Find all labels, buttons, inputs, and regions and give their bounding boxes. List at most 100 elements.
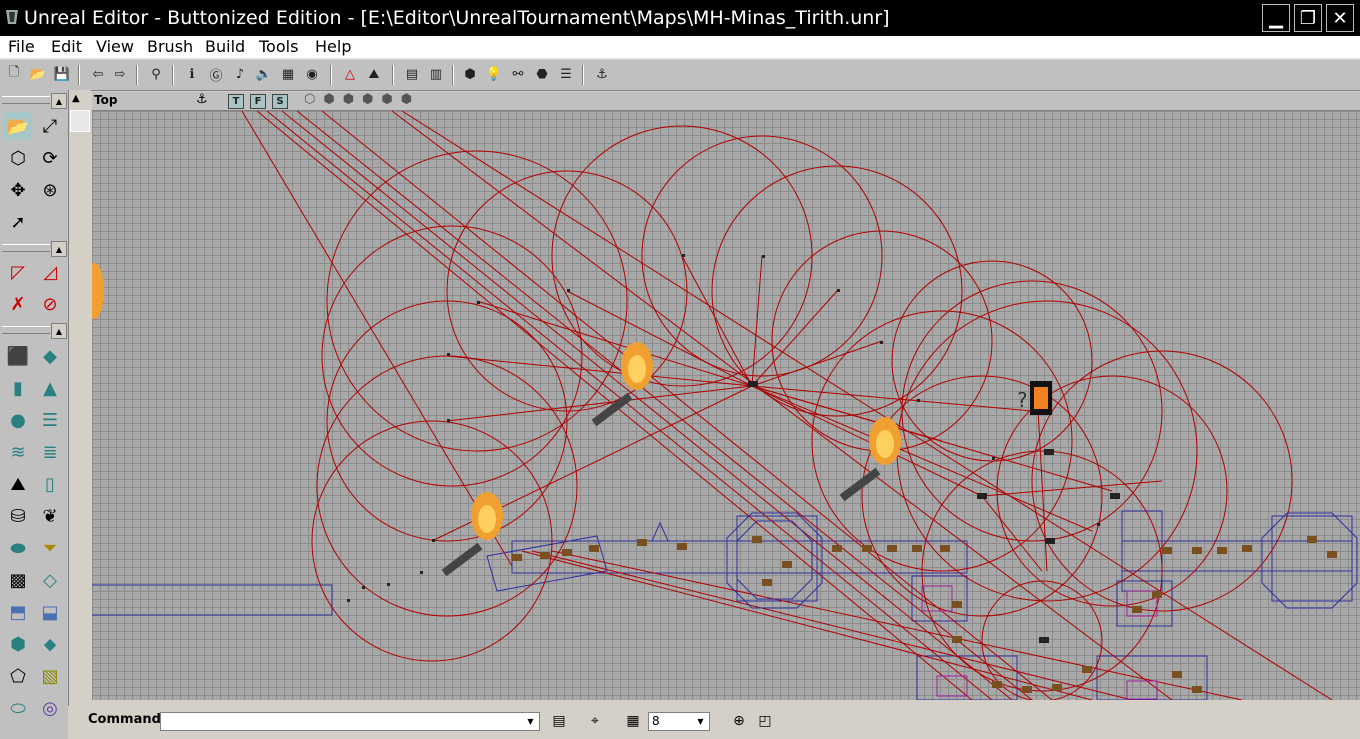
brush-clip-plane-icon[interactable]: ◸ <box>4 258 32 286</box>
collapse-arrow-icon[interactable]: ▲ <box>51 241 67 257</box>
redo-icon[interactable]: ⇨ <box>110 64 130 84</box>
view-top-toggle[interactable]: T <box>228 94 244 109</box>
brush-clip-split-icon[interactable]: ◿ <box>36 258 64 286</box>
subtract-brush-icon[interactable]: ❦ <box>36 502 64 530</box>
rotation-grid-icon[interactable]: ⊕ <box>730 712 748 730</box>
show-selected-icon[interactable]: ⬒ <box>4 598 32 626</box>
camera-move-icon[interactable]: 📂 <box>4 112 32 140</box>
scroll-up-icon[interactable]: ▲ <box>72 93 80 104</box>
build-lighting-icon[interactable]: 💡 <box>484 64 504 84</box>
vertex-drag-icon[interactable]: ⤢ <box>36 112 64 140</box>
texture-list-icon[interactable]: ▥ <box>426 64 446 84</box>
add-special-icon[interactable]: ◇ <box>36 566 64 594</box>
2d-shape-editor-icon[interactable]: △ <box>340 64 360 84</box>
grid-icon[interactable]: ▧ <box>36 662 64 690</box>
panel-grip[interactable] <box>2 326 50 334</box>
brush-clip-icon[interactable]: ⬡ <box>4 144 32 172</box>
torus-icon[interactable]: ◎ <box>36 694 64 722</box>
render-mode-icons[interactable]: ⬡⬢⬢⬢⬢⬢ <box>304 92 420 107</box>
actor-browser-icon[interactable]: ▤ <box>402 64 422 84</box>
top-viewport[interactable]: ? <box>92 111 1360 700</box>
group-browser-icon[interactable]: Ⓖ <box>206 64 226 84</box>
trigger-actor[interactable]: ? <box>1017 381 1052 415</box>
viewport-label[interactable]: Top <box>94 93 117 107</box>
ribbon-icon[interactable]: ⬭ <box>4 694 32 722</box>
mesh-viewer-icon[interactable]: ◉ <box>302 64 322 84</box>
toolbar-separator <box>330 65 332 85</box>
menu-build[interactable]: Build <box>205 37 245 57</box>
build-paths-icon[interactable]: ⚯ <box>508 64 528 84</box>
brush-clip-delete-icon[interactable]: ⊘ <box>36 290 64 318</box>
cone-builder-icon[interactable]: ▲ <box>36 374 64 402</box>
menu-brush[interactable]: Brush <box>147 37 193 57</box>
curved-stair-icon[interactable]: ≣ <box>36 438 64 466</box>
toolbar-separator <box>136 65 138 85</box>
volumetric-builder-icon[interactable]: ▯ <box>36 470 64 498</box>
sound-browser-icon[interactable]: 🔈 <box>254 64 274 84</box>
linear-stair-icon[interactable]: ☰ <box>36 406 64 434</box>
minimize-button[interactable]: ▁ <box>1262 4 1290 32</box>
command-input[interactable]: ▼ <box>160 712 540 731</box>
brush-clip-flip-icon[interactable]: ✗ <box>4 290 32 318</box>
terrain-icon[interactable]: ⛰ <box>364 64 384 84</box>
music-browser-icon[interactable]: ♪ <box>230 64 250 84</box>
grid-size-select[interactable]: 8 ▼ <box>648 712 710 731</box>
close-button[interactable]: ✕ <box>1326 4 1354 32</box>
chevron-down-icon[interactable]: ▼ <box>523 714 538 729</box>
drag-grid-icon[interactable]: ⌖ <box>586 712 604 730</box>
spiral-stair-icon[interactable]: ≋ <box>4 438 32 466</box>
build-options-icon[interactable]: ☰ <box>556 64 576 84</box>
actor-properties-icon[interactable]: ℹ <box>182 64 202 84</box>
menu-view[interactable]: View <box>96 37 134 57</box>
cube-builder-icon[interactable]: ⬛ <box>4 342 32 370</box>
maximize-viewport-icon[interactable]: ◰ <box>756 712 774 730</box>
undo-icon[interactable]: ⇦ <box>88 64 108 84</box>
collapse-arrow-icon[interactable]: ▲ <box>51 323 67 339</box>
map-canvas[interactable]: ? <box>92 111 1360 700</box>
scale-icon[interactable]: ✥ <box>4 176 32 204</box>
light-radius-circles <box>311 125 1293 700</box>
camera-speed-icon[interactable]: ⬠ <box>4 662 32 690</box>
collapse-arrow-icon[interactable]: ▲ <box>51 93 67 109</box>
play-level-icon[interactable]: ⚓ <box>592 64 612 84</box>
sheet-builder-icon[interactable]: ◆ <box>36 342 64 370</box>
grid-size-icon[interactable]: ▦ <box>624 712 642 730</box>
maximize-button[interactable]: ❐ <box>1294 4 1322 32</box>
rotate-icon[interactable]: ⟳ <box>36 144 64 172</box>
view-side-toggle[interactable]: S <box>272 94 288 109</box>
new-map-icon[interactable]: 🗋 <box>4 64 24 84</box>
texture-pan-icon[interactable]: ➚ <box>4 208 32 236</box>
scroll-thumb[interactable] <box>70 110 90 132</box>
stretch-icon[interactable]: ⊛ <box>36 176 64 204</box>
log-window-icon[interactable]: ▤ <box>550 712 568 730</box>
cylinder-builder-icon[interactable]: ▮ <box>4 374 32 402</box>
sphere-builder-icon[interactable]: ● <box>4 406 32 434</box>
view-front-toggle[interactable]: F <box>250 94 266 109</box>
open-map-icon[interactable]: 📂 <box>28 64 48 84</box>
intersect-brush-icon[interactable]: ⬬ <box>4 534 32 562</box>
add-brush-icon[interactable]: ⛁ <box>4 502 32 530</box>
viewport-lock-icon[interactable]: ⚓ <box>196 92 208 107</box>
chevron-down-icon[interactable]: ▼ <box>693 714 708 729</box>
select-none-icon[interactable]: ⬥ <box>36 630 64 658</box>
add-mover-icon[interactable]: ▩ <box>4 566 32 594</box>
texture-browser-icon[interactable]: ▦ <box>278 64 298 84</box>
panel-grip[interactable] <box>2 96 50 104</box>
build-all-icon[interactable]: ⬣ <box>532 64 552 84</box>
unreal-app-icon[interactable] <box>4 8 20 26</box>
torch-light-actor[interactable] <box>441 492 503 577</box>
deintersect-brush-icon[interactable]: ⏷ <box>36 534 64 562</box>
hide-selected-icon[interactable]: ⬓ <box>36 598 64 626</box>
save-map-icon[interactable]: 💾 <box>52 64 72 84</box>
search-actors-icon[interactable]: ⚲ <box>146 64 166 84</box>
light-actor-edge[interactable] <box>92 263 104 319</box>
terrain-builder-icon[interactable]: ⛰ <box>4 470 32 498</box>
build-geometry-icon[interactable]: ⬢ <box>460 64 480 84</box>
toolbox-scrollbar[interactable]: ▲ ▼ <box>68 90 91 733</box>
panel-grip[interactable] <box>2 244 50 252</box>
menu-help[interactable]: Help <box>315 37 351 57</box>
menu-file[interactable]: File <box>8 37 35 57</box>
select-all-icon[interactable]: ⬢ <box>4 630 32 658</box>
menu-tools[interactable]: Tools <box>259 37 298 57</box>
menu-edit[interactable]: Edit <box>51 37 82 57</box>
